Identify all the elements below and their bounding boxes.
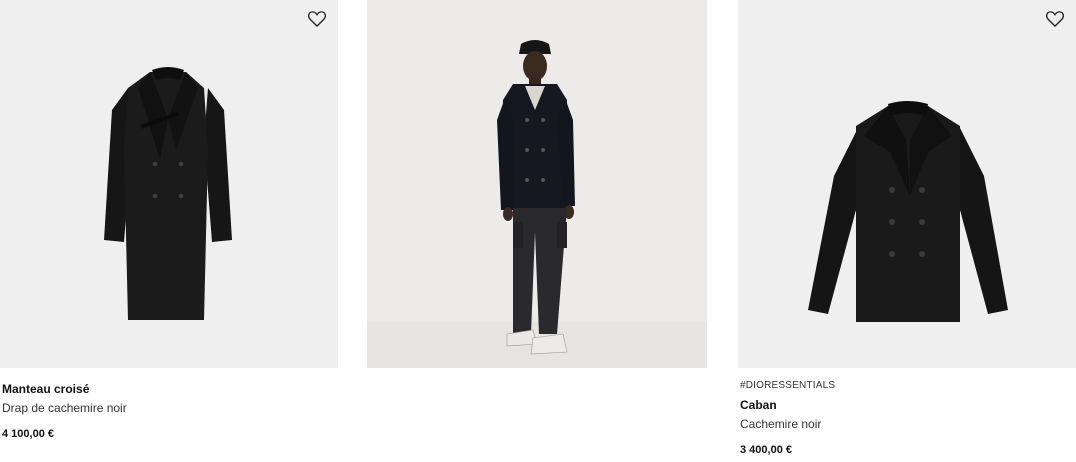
wishlist-heart-icon[interactable] — [308, 11, 326, 27]
product-name[interactable]: Caban — [740, 398, 1076, 412]
product-info: Manteau croisé Drap de cachemire noir 4 … — [0, 382, 338, 440]
product-price: 4 100,00 € — [2, 428, 54, 440]
product-description: Cachemire noir — [740, 417, 822, 431]
product-name[interactable]: Manteau croisé — [2, 382, 338, 396]
product-image-manteau[interactable] — [0, 0, 338, 368]
wishlist-heart-icon[interactable] — [1046, 11, 1064, 27]
peacoat-illustration — [808, 101, 1008, 322]
product-card-manteau[interactable]: Manteau croisé Drap de cachemire noir 4 … — [0, 0, 338, 440]
product-info: #DIORESSENTIALS Caban Cachemire noir 3 4… — [738, 380, 1076, 456]
product-price: 3 400,00 € — [740, 444, 792, 456]
product-image-caban[interactable] — [738, 0, 1076, 368]
model-photo[interactable] — [367, 0, 707, 368]
editorial-model-card[interactable] — [367, 0, 707, 368]
coat-illustration — [104, 67, 232, 320]
product-card-caban[interactable]: #DIORESSENTIALS Caban Cachemire noir 3 4… — [738, 0, 1076, 456]
product-description: Drap de cachemire noir — [2, 401, 127, 415]
model-illustration — [497, 40, 575, 355]
collection-tag[interactable]: #DIORESSENTIALS — [740, 380, 1076, 393]
